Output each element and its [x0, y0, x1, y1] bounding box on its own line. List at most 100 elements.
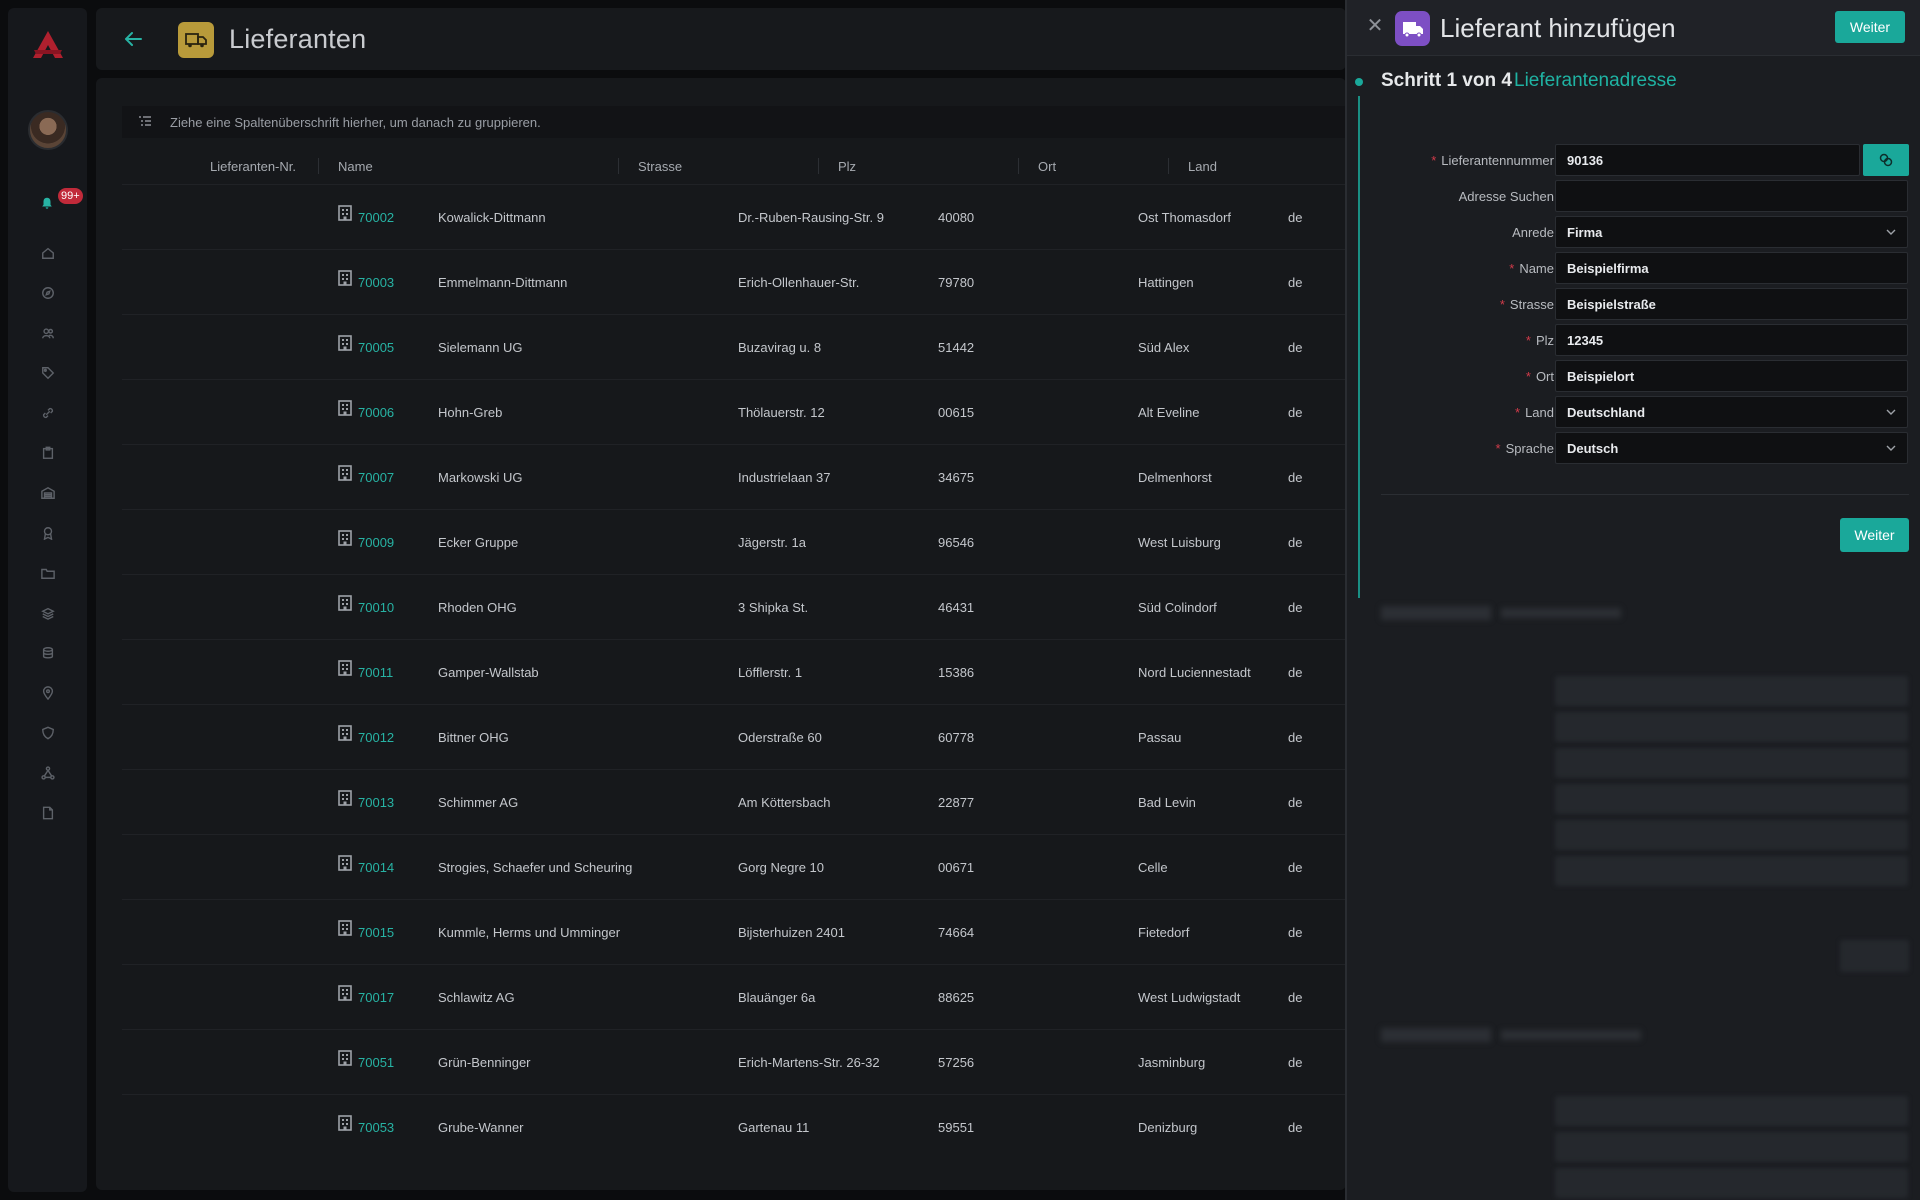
column-separator[interactable]: [618, 158, 619, 174]
warehouse-icon[interactable]: [38, 483, 58, 503]
column-header-strasse[interactable]: Strasse: [638, 148, 788, 184]
form-row: Anrede Firma: [1347, 216, 1920, 248]
future-field: [1555, 1096, 1908, 1126]
tag-icon[interactable]: [38, 363, 58, 383]
compass-icon[interactable]: [38, 283, 58, 303]
users-icon[interactable]: [38, 323, 58, 343]
future-field: [1555, 856, 1908, 886]
form-row: * Land Deutschland: [1347, 396, 1920, 428]
bell-icon[interactable]: [40, 196, 56, 212]
clipboard-icon[interactable]: [38, 443, 58, 463]
field-value: Beispielort: [1567, 368, 1635, 384]
column-separator[interactable]: [1018, 158, 1019, 174]
home-icon[interactable]: [38, 243, 58, 263]
field-label-text: Ort: [1535, 368, 1554, 384]
supplier-zip: 00615: [938, 405, 975, 420]
form-row: * Ort Beispielort: [1347, 360, 1920, 392]
supplier-city: Denizburg: [1138, 1120, 1198, 1135]
field-label: * Lieferantennummer: [1431, 144, 1554, 176]
table-row[interactable]: 70010 Rhoden OHG 3 Shipka St. 46431 Süd Coli…: [122, 574, 1346, 639]
building-icon: [338, 270, 352, 286]
app-logo[interactable]: [30, 28, 66, 64]
supplier-number-link[interactable]: 70015: [358, 900, 394, 965]
form-next-button[interactable]: Weiter: [1840, 518, 1909, 552]
table-row[interactable]: 70005 Sielemann UG Buzavirag u. 8 51442 Süd …: [122, 314, 1346, 379]
header-next-button[interactable]: Weiter: [1835, 11, 1905, 43]
column-separator[interactable]: [1168, 158, 1169, 174]
folder-icon[interactable]: [38, 563, 58, 583]
field-label: * Strasse: [1500, 288, 1554, 320]
future-step-name: [1501, 1030, 1641, 1040]
column-header-plz[interactable]: Plz: [838, 148, 938, 184]
supplier-number-link[interactable]: 70010: [358, 575, 394, 640]
table-row[interactable]: 70017 Schlawitz AG Blauänger 6a 88625 West L…: [122, 964, 1346, 1029]
supplier-street: Thölauerstr. 12: [738, 405, 825, 420]
supplier-zip: 60778: [938, 730, 975, 745]
street-field[interactable]: Beispielstraße: [1555, 288, 1908, 320]
number-lookup-button[interactable]: [1863, 144, 1909, 176]
supplier-zip: 96546: [938, 535, 975, 550]
layers-icon[interactable]: [38, 603, 58, 623]
supplier-number-link[interactable]: 70012: [358, 705, 394, 770]
table-row[interactable]: 70051 Grün-Benninger Erich-Martens-Str. 26…: [122, 1029, 1346, 1094]
supplier-number-link[interactable]: 70003: [358, 250, 394, 315]
supplier-number-link[interactable]: 70014: [358, 835, 394, 900]
supplier-city: Ost Thomasdorf: [1138, 210, 1231, 225]
avatar[interactable]: [28, 110, 68, 150]
table-row[interactable]: 70015 Kummle, Herms und Umminger Bijsterhu…: [122, 899, 1346, 964]
document-icon[interactable]: [38, 803, 58, 823]
table-row[interactable]: 70011 Gamper-Wallstab Löfflerstr. 1 15386 No…: [122, 639, 1346, 704]
supplier-number-field[interactable]: 90136: [1555, 144, 1860, 176]
language-select[interactable]: Deutsch: [1555, 432, 1908, 464]
zip-field[interactable]: 12345: [1555, 324, 1908, 356]
column-separator[interactable]: [818, 158, 819, 174]
salutation-select[interactable]: Firma: [1555, 216, 1908, 248]
app-root: 99+ Lieferanten Ziehe eine Spaltenübersc…: [0, 0, 1920, 1200]
supplier-number-link[interactable]: 70005: [358, 315, 394, 380]
back-arrow-icon[interactable]: [122, 28, 144, 50]
supplier-number-link[interactable]: 70002: [358, 185, 394, 250]
network-icon[interactable]: [38, 763, 58, 783]
table-row[interactable]: 70009 Ecker Gruppe Jägerstr. 1a 96546 West L…: [122, 509, 1346, 574]
table-row[interactable]: 70014 Strogies, Schaefer und Scheuring Gor…: [122, 834, 1346, 899]
name-field[interactable]: Beispielfirma: [1555, 252, 1908, 284]
field-label: * Plz: [1526, 324, 1554, 356]
country-select[interactable]: Deutschland: [1555, 396, 1908, 428]
close-icon[interactable]: ✕: [1365, 16, 1385, 36]
field-label-text: Anrede: [1512, 224, 1554, 240]
shield-icon[interactable]: [38, 723, 58, 743]
supplier-number-link[interactable]: 70007: [358, 445, 394, 510]
table-row[interactable]: 70053 Grube-Wanner Gartenau 11 59551 Denizbu…: [122, 1094, 1346, 1159]
database-icon[interactable]: [38, 643, 58, 663]
table-row[interactable]: 70007 Markowski UG Industrielaan 37 34675 De…: [122, 444, 1346, 509]
table-row[interactable]: 70003 Emmelmann-Dittmann Erich-Ollenhauer-…: [122, 249, 1346, 314]
form-divider: [1381, 494, 1909, 495]
supplier-number-link[interactable]: 70013: [358, 770, 394, 835]
supplier-country: de: [1288, 340, 1303, 355]
supplier-number-link[interactable]: 70011: [358, 640, 393, 705]
address-search-field[interactable]: [1555, 180, 1908, 212]
column-header-name[interactable]: Name: [338, 148, 538, 184]
future-field: [1555, 784, 1908, 814]
supplier-name: Sielemann UG: [438, 340, 523, 355]
future-field: [1555, 676, 1908, 706]
supplier-number-link[interactable]: 70053: [358, 1095, 394, 1160]
column-header-land[interactable]: Land: [1188, 148, 1288, 184]
table-row[interactable]: 70013 Schimmer AG Am Köttersbach 22877 Bad L…: [122, 769, 1346, 834]
table-row[interactable]: 70002 Kowalick-Dittmann Dr.-Ruben-Rausing-…: [122, 184, 1346, 249]
location-icon[interactable]: [38, 683, 58, 703]
table-row[interactable]: 70006 Hohn-Greb Thölauerstr. 12 00615 Alt Ev…: [122, 379, 1346, 444]
table-row[interactable]: 70012 Bittner OHG Oderstraße 60 60778 Passau…: [122, 704, 1346, 769]
supplier-number-link[interactable]: 70017: [358, 965, 394, 1030]
supplier-number-link[interactable]: 70051: [358, 1030, 394, 1095]
supplier-number-link[interactable]: 70009: [358, 510, 394, 575]
link-icon[interactable]: [38, 403, 58, 423]
badge-icon[interactable]: [38, 523, 58, 543]
column-separator[interactable]: [318, 158, 319, 174]
supplier-street: Bijsterhuizen 2401: [738, 925, 845, 940]
step-indicator-dot: [1355, 78, 1363, 86]
city-field[interactable]: Beispielort: [1555, 360, 1908, 392]
group-by-panel[interactable]: Ziehe eine Spaltenüberschrift hierher, u…: [122, 106, 1346, 138]
column-header-ort[interactable]: Ort: [1038, 148, 1138, 184]
supplier-number-link[interactable]: 70006: [358, 380, 394, 445]
